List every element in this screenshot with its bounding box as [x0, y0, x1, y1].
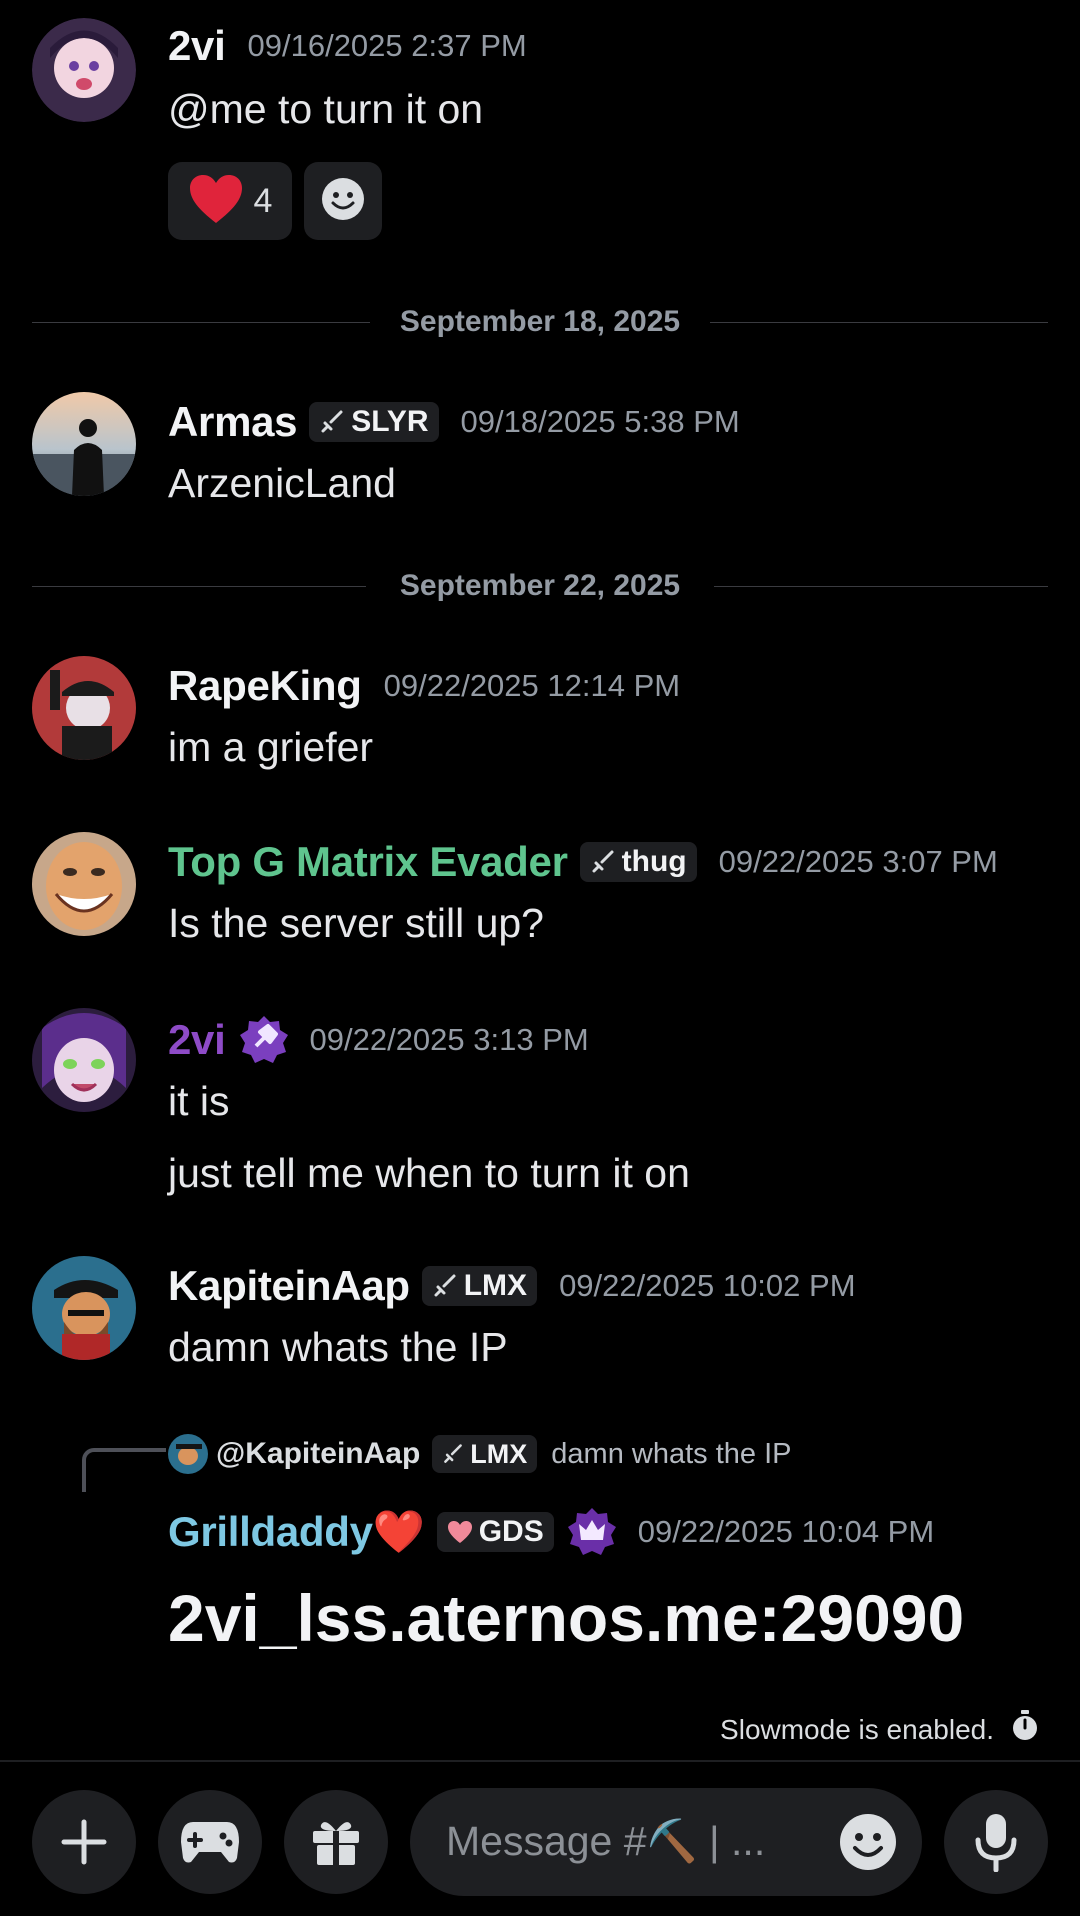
gift-icon	[313, 1822, 359, 1865]
add-reaction-icon	[320, 176, 366, 227]
message-text: it is	[168, 1078, 230, 1124]
date-divider: September 22, 2025	[32, 566, 1048, 606]
avatar[interactable]	[32, 656, 136, 760]
reply-avatar	[168, 1434, 208, 1474]
message-input-placeholder: Message #⛏️ | ...	[446, 1818, 766, 1864]
username[interactable]: KapiteinAap	[168, 1262, 410, 1310]
microphone-icon	[975, 1814, 1017, 1872]
gift-button[interactable]	[284, 1790, 388, 1894]
sword-icon	[444, 1444, 463, 1463]
guild-tag-label: thug	[621, 845, 687, 878]
date-divider: September 18, 2025	[32, 302, 1048, 342]
avatar[interactable]	[32, 18, 136, 122]
timestamp: 09/22/2025 3:13 PM	[309, 1022, 589, 1057]
username[interactable]: Top G Matrix Evader	[168, 838, 568, 886]
guild-tag[interactable]: LMX	[421, 1266, 538, 1306]
message-text: ArzenicLand	[168, 460, 396, 506]
username[interactable]: Armas	[168, 398, 298, 446]
heart-icon	[188, 173, 244, 230]
reaction-count: 4	[253, 181, 273, 220]
plus-icon	[61, 1819, 107, 1865]
slowmode-indicator: Slowmode is enabled.	[720, 1710, 1040, 1749]
guild-tag-label: LMX	[470, 1438, 528, 1469]
guild-tag-label: LMX	[463, 1269, 528, 1302]
reply-author[interactable]: @KapiteinAap	[216, 1437, 420, 1471]
sword-icon	[321, 410, 343, 433]
composer-bar: Message #⛏️ | ...	[0, 1760, 1080, 1916]
timestamp: 09/22/2025 12:14 PM	[383, 668, 681, 703]
message-text-large: 2vi_lss.aternos.me:29090	[168, 1581, 965, 1655]
message-text: @me to turn it on	[168, 86, 484, 132]
message-text: im a griefer	[168, 724, 374, 770]
avatar[interactable]	[32, 1256, 136, 1360]
username[interactable]: 2vi	[168, 22, 226, 70]
date-divider-label: September 22, 2025	[399, 569, 681, 602]
guild-tag[interactable]: GDS	[436, 1512, 554, 1552]
reactions: 4	[168, 162, 382, 240]
timer-icon	[1010, 1710, 1040, 1749]
reaction-heart[interactable]: 4	[168, 162, 292, 240]
username[interactable]: Grilldaddy❤️	[168, 1508, 425, 1557]
sword-icon	[592, 850, 614, 873]
timestamp: 09/22/2025 10:04 PM	[637, 1514, 935, 1549]
message-text: Is the server still up?	[168, 900, 544, 946]
guild-tag[interactable]: SLYR	[309, 402, 439, 442]
voice-message-button[interactable]	[944, 1790, 1048, 1894]
sword-icon	[434, 1274, 456, 1297]
message-text: just tell me when to turn it on	[168, 1150, 690, 1196]
emoji-picker-icon[interactable]	[838, 1812, 898, 1872]
avatar[interactable]	[32, 1008, 136, 1112]
add-attachment-button[interactable]	[32, 1790, 136, 1894]
reply-text: damn whats the IP	[551, 1437, 792, 1470]
slowmode-text: Slowmode is enabled.	[720, 1713, 994, 1745]
reply-preview[interactable]: @KapiteinAap LMX damn whats the IP	[168, 1434, 791, 1474]
message-feed[interactable]: 2vi 09/16/2025 2:37 PM @me to turn it on…	[0, 0, 1080, 1760]
timestamp: 09/22/2025 3:07 PM	[718, 844, 998, 879]
crown-badge-icon	[566, 1506, 618, 1558]
activities-button[interactable]	[158, 1790, 262, 1894]
username[interactable]: 2vi	[168, 1016, 226, 1064]
guild-tag[interactable]: thug	[579, 842, 697, 882]
date-divider-label: September 18, 2025	[399, 305, 681, 338]
avatar[interactable]	[32, 392, 136, 496]
gamepad-icon	[181, 1822, 239, 1863]
add-reaction-button[interactable]	[304, 162, 382, 240]
guild-tag[interactable]: LMX	[432, 1435, 538, 1473]
timestamp: 09/22/2025 10:02 PM	[559, 1268, 856, 1303]
message-text: damn whats the IP	[168, 1324, 508, 1370]
guild-tag-label: GDS	[478, 1515, 544, 1548]
timestamp: 09/18/2025 5:38 PM	[460, 404, 740, 439]
heart-tag-icon	[447, 1521, 472, 1543]
moderator-badge-icon	[238, 1014, 290, 1066]
timestamp: 09/16/2025 2:37 PM	[247, 28, 527, 63]
avatar[interactable]	[32, 832, 136, 936]
guild-tag-label: SLYR	[351, 405, 429, 438]
reply-connector	[82, 1448, 166, 1492]
username[interactable]: RapeKing	[168, 662, 362, 710]
message-input[interactable]: Message #⛏️ | ...	[410, 1788, 922, 1896]
